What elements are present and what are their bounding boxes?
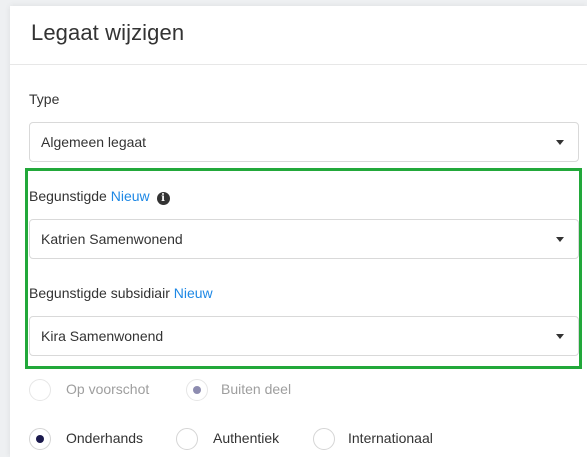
info-circle-icon[interactable]: i xyxy=(156,192,170,205)
radio-internationaal-label: Internationaal xyxy=(348,430,433,446)
beneficiary-new-link[interactable]: Nieuw xyxy=(111,188,150,204)
type-select[interactable]: Algemeen legaat xyxy=(29,122,579,162)
beneficiary-select-value: Katrien Samenwonend xyxy=(41,231,183,247)
type-label: Type xyxy=(29,91,60,107)
caret-down-icon xyxy=(556,140,564,145)
radio-internationaal[interactable] xyxy=(313,428,335,450)
beneficiary-label-row: Begunstigde Nieuw i xyxy=(29,188,170,205)
radio-op-voorschot[interactable] xyxy=(29,379,51,401)
modal-header: Legaat wijzigen xyxy=(10,6,587,65)
radio-buiten-deel[interactable] xyxy=(186,379,208,401)
beneficiary-label: Begunstigde xyxy=(29,188,107,204)
radio-onderhands[interactable] xyxy=(29,428,51,450)
subsidiary-new-link[interactable]: Nieuw xyxy=(174,285,213,301)
radio-op-voorschot-label: Op voorschot xyxy=(66,381,150,397)
edit-legacy-modal: Legaat wijzigen Type Algemeen legaat Beg… xyxy=(10,6,587,457)
type-select-value: Algemeen legaat xyxy=(41,134,147,150)
beneficiary-select[interactable]: Katrien Samenwonend xyxy=(29,219,579,259)
subsidiary-select[interactable]: Kira Samenwonend xyxy=(29,316,579,356)
radio-authentiek-label: Authentiek xyxy=(213,430,280,446)
subsidiary-label-row: Begunstigde subsidiair Nieuw xyxy=(29,285,213,301)
radio-authentiek[interactable] xyxy=(176,428,198,450)
caret-down-icon xyxy=(556,334,564,339)
subsidiary-label: Begunstigde subsidiair xyxy=(29,285,170,301)
radio-buiten-deel-label: Buiten deel xyxy=(221,381,292,397)
subsidiary-select-value: Kira Samenwonend xyxy=(41,328,164,344)
radio-onderhands-label: Onderhands xyxy=(66,430,144,446)
caret-down-icon xyxy=(556,237,564,242)
modal-title: Legaat wijzigen xyxy=(31,20,185,45)
